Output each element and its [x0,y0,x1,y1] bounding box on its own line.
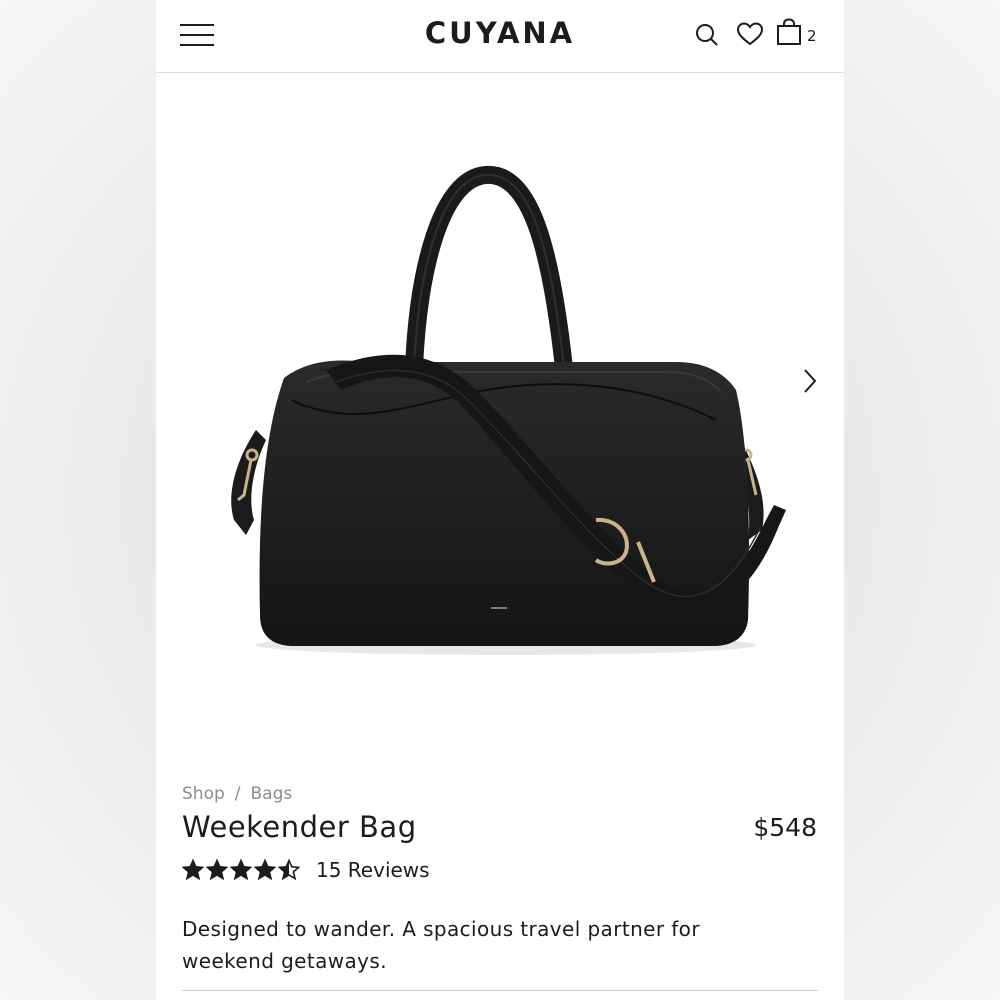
product-rating[interactable]: 15 Reviews [182,858,430,882]
chevron-right-icon[interactable] [800,366,820,396]
reviews-link[interactable]: 15 Reviews [316,858,430,882]
search-icon[interactable] [694,22,720,48]
product-price: $548 [753,813,817,842]
product-image-gallery[interactable] [156,100,844,740]
heart-icon[interactable] [736,21,764,47]
breadcrumb-separator: / [234,784,241,804]
star-rating [182,859,300,881]
star-full-icon [182,859,204,881]
breadcrumb-bags[interactable]: Bags [251,784,293,804]
star-full-icon [254,859,276,881]
divider [182,990,818,991]
product-description: Designed to wander. A spacious travel pa… [182,917,700,973]
site-header: CUYANA 2 [156,0,844,73]
shopping-bag-icon[interactable] [776,18,802,46]
product-title: Weekender Bag [182,810,417,844]
star-full-icon [206,859,228,881]
star-half-icon [278,859,300,881]
product-image [231,166,786,655]
breadcrumb-shop[interactable]: Shop [182,784,225,804]
product-page: CUYANA 2 Shop / Bags Weekender Bag $548 … [156,0,844,1000]
breadcrumb: Shop / Bags [182,784,292,804]
star-full-icon [230,859,252,881]
cart-count-badge[interactable]: 2 [807,27,817,45]
